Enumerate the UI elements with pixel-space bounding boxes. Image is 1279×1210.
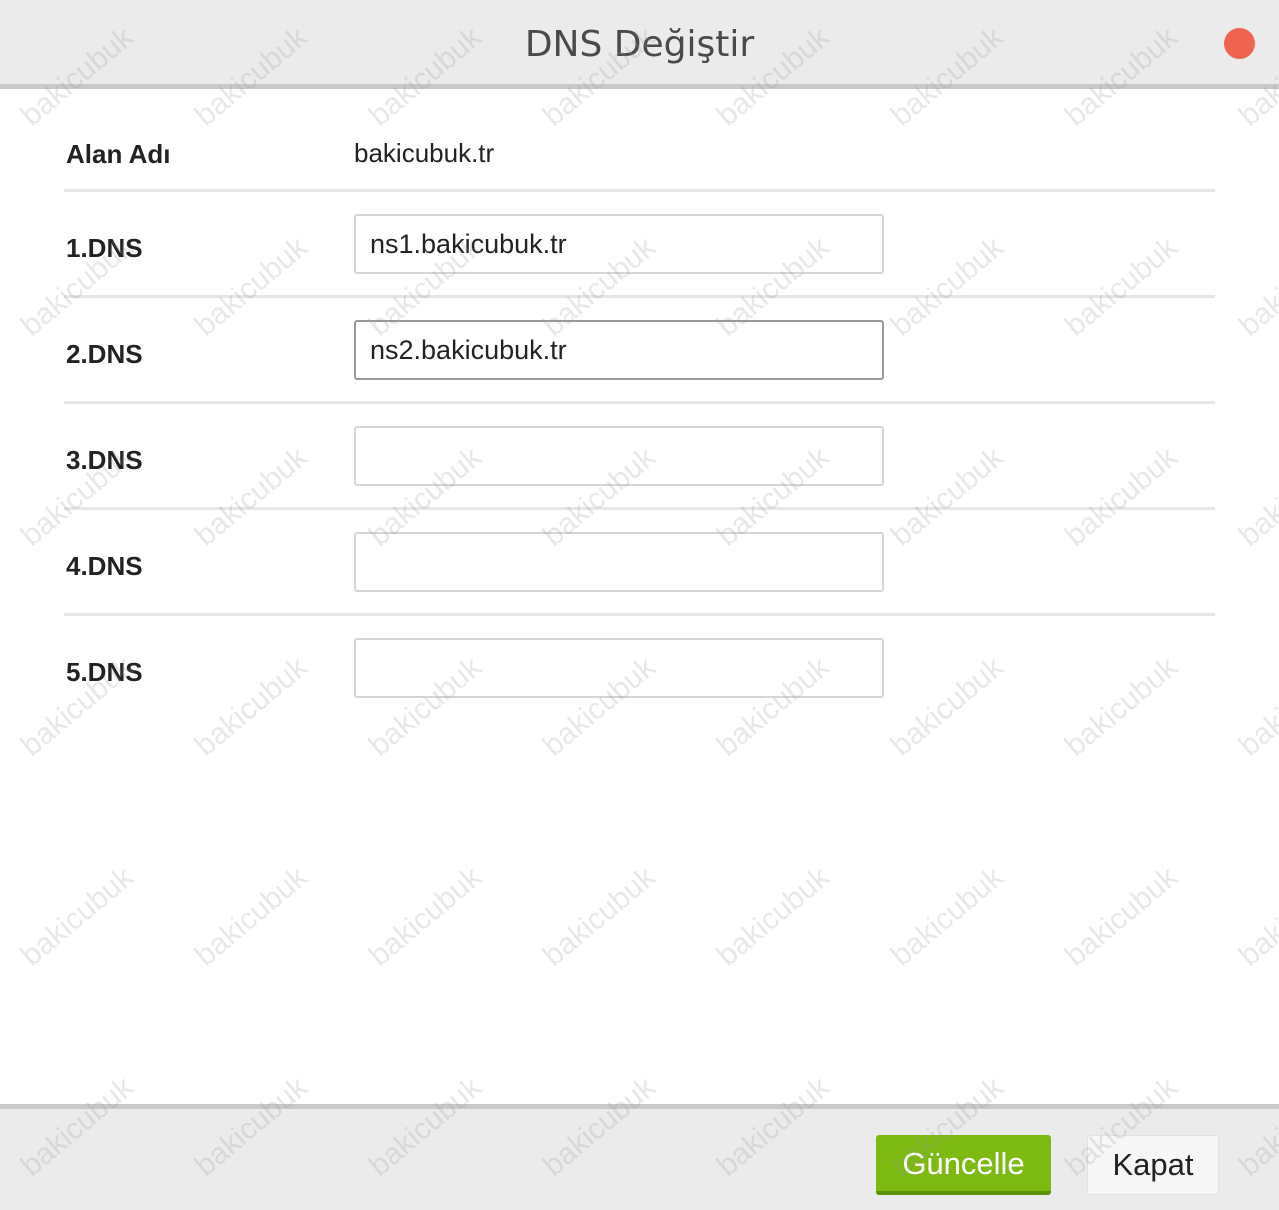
dns-row-3: 3.DNS: [64, 404, 1215, 510]
dns-change-dialog: DNS Değiştir Alan Adı bakicubuk.tr 1.DNS…: [0, 0, 1279, 1210]
dns-input-5[interactable]: [354, 638, 884, 698]
watermark-text: bakicubuk: [710, 860, 836, 973]
domain-value: bakicubuk.tr: [354, 138, 495, 168]
dns-row-4: 4.DNS: [64, 510, 1215, 616]
dns-label-4: 4.DNS: [66, 551, 143, 581]
watermark-text: bakicubuk: [884, 860, 1010, 973]
dns-label-1: 1.DNS: [66, 233, 143, 263]
dns-input-2[interactable]: [354, 320, 884, 380]
dns-input-3[interactable]: [354, 426, 884, 486]
domain-row: Alan Adı bakicubuk.tr: [64, 89, 1215, 192]
dialog-content: Alan Adı bakicubuk.tr 1.DNS 2.DNS 3.DNS …: [64, 89, 1215, 719]
watermark-text: bakicubuk: [14, 860, 140, 973]
watermark-text: bakicubuk: [1232, 440, 1279, 553]
dns-label-5: 5.DNS: [66, 657, 143, 687]
dns-label-2: 2.DNS: [66, 339, 143, 369]
dialog-footer: Güncelle Kapat: [0, 1104, 1279, 1210]
dns-row-5: 5.DNS: [64, 616, 1215, 719]
watermark-text: bakicubuk: [1232, 860, 1279, 973]
dialog-header: DNS Değiştir: [0, 0, 1279, 89]
domain-label: Alan Adı: [66, 139, 171, 169]
watermark-text: bakicubuk: [188, 860, 314, 973]
watermark-text: bakicubuk: [536, 860, 662, 973]
watermark-text: bakicubuk: [1058, 860, 1184, 973]
dns-label-3: 3.DNS: [66, 445, 143, 475]
watermark-text: bakicubuk: [1232, 650, 1279, 763]
dns-input-1[interactable]: [354, 214, 884, 274]
update-button[interactable]: Güncelle: [876, 1135, 1051, 1195]
close-dot-icon[interactable]: [1224, 28, 1255, 59]
dns-row-1: 1.DNS: [64, 192, 1215, 298]
dns-row-2: 2.DNS: [64, 298, 1215, 404]
close-button[interactable]: Kapat: [1087, 1135, 1219, 1195]
dns-input-4[interactable]: [354, 532, 884, 592]
watermark-text: bakicubuk: [362, 860, 488, 973]
dialog-title: DNS Değiştir: [524, 24, 755, 65]
watermark-text: bakicubuk: [1232, 230, 1279, 343]
